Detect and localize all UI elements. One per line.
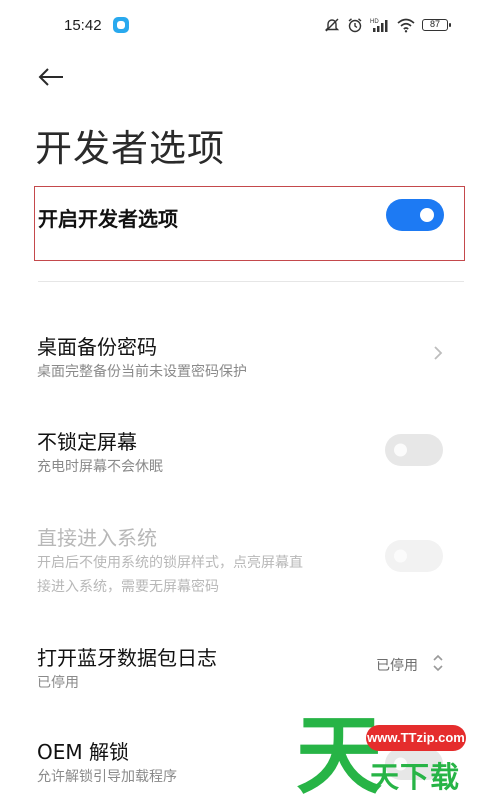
setting-title: 桌面备份密码 xyxy=(37,335,157,359)
hd-signal-icon: HD xyxy=(370,19,388,32)
status-icons: HD 87 xyxy=(324,15,451,35)
setting-subtitle: 已停用 xyxy=(37,675,79,691)
back-arrow-icon xyxy=(38,68,63,86)
stay-awake-toggle[interactable] xyxy=(385,434,443,466)
setting-title: 不锁定屏幕 xyxy=(37,430,137,454)
setting-subtitle: 充电时屏幕不会休眠 xyxy=(37,459,163,475)
mute-icon xyxy=(324,18,340,32)
toggle-knob xyxy=(394,549,407,563)
watermark-text: 天下载 xyxy=(370,760,461,794)
setting-subtitle: 允许解锁引导加载程序 xyxy=(37,769,177,785)
toggle-knob xyxy=(394,443,407,457)
developer-options-toggle[interactable] xyxy=(386,199,444,231)
setting-subtitle: 桌面完整备份当前未设置密码保护 xyxy=(37,364,247,380)
setting-title: 直接进入系统 xyxy=(37,526,157,550)
select-updown-icon xyxy=(433,654,443,672)
battery-icon: 87 xyxy=(422,19,451,31)
setting-title: OEM 解锁 xyxy=(37,740,129,764)
chevron-right-icon xyxy=(434,346,443,360)
direct-enter-system-toggle xyxy=(385,540,443,572)
svg-text:HD: HD xyxy=(370,19,379,25)
setting-title: 打开蓝牙数据包日志 xyxy=(37,646,217,670)
setting-desktop-backup-password[interactable]: 桌面备份密码 桌面完整备份当前未设置密码保护 xyxy=(0,322,486,382)
master-toggle-label: 开启开发者选项 xyxy=(38,207,178,231)
watermark-url: www.TTzip.com xyxy=(366,725,466,751)
alarm-icon xyxy=(348,18,362,33)
bluetooth-log-select-value[interactable]: 已停用 xyxy=(376,655,418,675)
setting-subtitle-line1: 开启后不使用系统的锁屏样式，点亮屏幕直 xyxy=(37,555,303,571)
status-time: 15:42 xyxy=(64,17,102,34)
wifi-icon xyxy=(397,18,415,33)
setting-bluetooth-hci-log[interactable]: 打开蓝牙数据包日志 已停用 已停用 xyxy=(0,633,486,693)
toggle-knob xyxy=(420,208,434,222)
setting-subtitle-line2: 接进入系统，需要无屏幕密码 xyxy=(37,579,219,595)
divider xyxy=(38,281,464,282)
back-button[interactable] xyxy=(35,63,67,91)
app-badge-icon xyxy=(113,17,129,33)
page-title: 开发者选项 xyxy=(35,127,225,170)
